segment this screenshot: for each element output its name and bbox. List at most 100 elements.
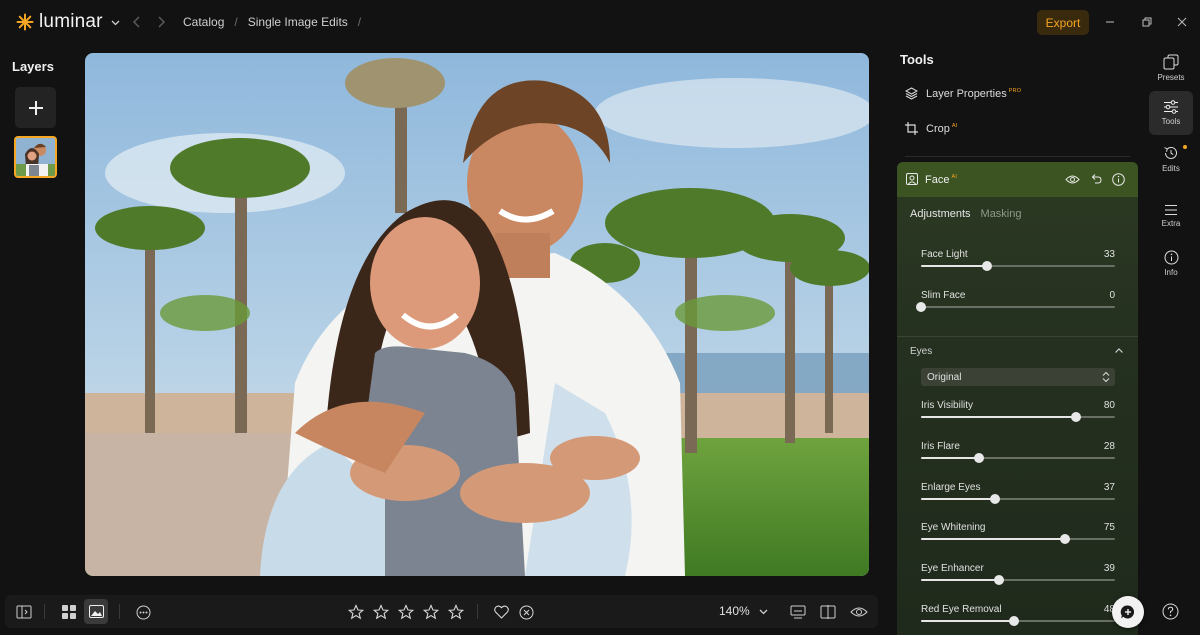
rail-tools[interactable]: Tools <box>1149 91 1193 135</box>
layer-properties-label: Layer Properties <box>926 87 1007 100</box>
slider-thumb[interactable] <box>974 453 985 463</box>
slider-fill <box>921 416 1077 418</box>
slider-label: Eye Whitening <box>921 522 986 533</box>
crop-icon <box>905 122 918 135</box>
add-layer-button[interactable] <box>15 87 56 128</box>
slider-thumb[interactable] <box>916 302 926 312</box>
slider-value: 80 <box>1103 400 1115 411</box>
compare-icon[interactable] <box>788 602 808 622</box>
slider-thumb[interactable] <box>1009 616 1020 626</box>
star-icon[interactable] <box>446 602 466 622</box>
plus-icon <box>28 100 43 115</box>
toggle-panel-icon[interactable] <box>14 602 34 622</box>
slider-track <box>921 575 1115 585</box>
undo-icon[interactable] <box>1090 173 1102 185</box>
grid-view-icon[interactable] <box>59 602 79 622</box>
minimize-icon[interactable] <box>1100 12 1120 32</box>
star-icon[interactable] <box>421 602 441 622</box>
slider-track <box>916 302 1115 312</box>
slider-thumb[interactable] <box>989 494 1000 504</box>
heart-icon[interactable] <box>491 602 511 622</box>
chat-icon <box>1120 605 1135 619</box>
star-icon[interactable] <box>371 602 391 622</box>
slider-fill <box>921 457 980 459</box>
breadcrumb-single-image-edits[interactable]: Single Image Edits <box>248 15 348 29</box>
chevron-up-icon[interactable] <box>1114 346 1124 356</box>
slider-thumb[interactable] <box>993 575 1004 585</box>
rail-edits-label: Edits <box>1162 164 1180 173</box>
rail-info[interactable]: Info <box>1149 241 1193 285</box>
slider-track <box>921 616 1115 626</box>
star-icon[interactable] <box>396 602 416 622</box>
slider-thumb[interactable] <box>1059 534 1070 544</box>
tab-adjustments[interactable]: Adjustments <box>910 208 971 220</box>
notification-dot <box>1183 145 1187 149</box>
slider-value: 0 <box>1109 290 1115 301</box>
slider-thumb[interactable] <box>981 261 992 271</box>
slider-value: 37 <box>1103 482 1115 493</box>
face-tool-header[interactable]: Face AI <box>897 162 1138 197</box>
top-bar: luminar Catalog / Single Image Edits / E… <box>0 0 1200 44</box>
slider-value: 33 <box>1103 249 1115 260</box>
tab-masking[interactable]: Masking <box>981 208 1022 220</box>
visibility-eye-icon[interactable] <box>1065 174 1080 185</box>
app-logo[interactable]: luminar <box>16 11 120 33</box>
export-button[interactable]: Export <box>1037 10 1089 35</box>
zoom-selector[interactable]: 140% <box>719 604 768 618</box>
back-arrow-icon[interactable] <box>128 13 146 31</box>
tool-crop[interactable]: Crop AI <box>905 122 957 135</box>
slider-track <box>921 261 1115 271</box>
slider-label: Iris Flare <box>921 441 960 452</box>
slider-label: Iris Visibility <box>921 400 974 411</box>
divider <box>905 156 1130 157</box>
app-name: luminar <box>39 11 103 32</box>
eyes-preset-value: Original <box>927 371 962 383</box>
face-tabs: Adjustments Masking <box>910 208 1022 220</box>
breadcrumb-separator: / <box>234 15 238 29</box>
face-tool-panel: Face AI Adjustments Masking Face Light 33… <box>897 162 1138 635</box>
slider-track <box>921 412 1115 422</box>
divider <box>119 604 120 619</box>
updown-chevron-icon <box>1102 371 1110 383</box>
more-options-icon[interactable] <box>133 602 153 622</box>
tool-layer-properties[interactable]: Layer Properties PRO <box>905 87 1021 100</box>
star-icon[interactable] <box>346 602 366 622</box>
zoom-level: 140% <box>719 604 750 618</box>
slider-value: 75 <box>1103 522 1115 533</box>
luminar-sun-icon <box>16 13 34 31</box>
rail-presets[interactable]: Presets <box>1149 46 1193 90</box>
eye-icon[interactable] <box>849 602 869 622</box>
close-icon[interactable] <box>1172 12 1192 32</box>
photo-canvas[interactable] <box>85 53 869 576</box>
eyes-section-title[interactable]: Eyes <box>910 346 932 357</box>
restore-icon[interactable] <box>1137 12 1157 32</box>
layer-thumbnail[interactable] <box>14 136 57 178</box>
list-icon <box>1165 205 1177 215</box>
slider-track <box>921 534 1115 544</box>
breadcrumb-catalog[interactable]: Catalog <box>183 15 224 29</box>
slider-value: 39 <box>1103 563 1115 574</box>
forward-arrow-icon[interactable] <box>152 13 170 31</box>
divider <box>897 336 1138 337</box>
info-icon[interactable] <box>1112 173 1125 186</box>
face-portrait-icon <box>906 173 918 185</box>
breadcrumb: Catalog / Single Image Edits / <box>183 15 361 29</box>
bottom-toolbar: 140% <box>5 595 878 628</box>
slider-fill <box>921 265 987 267</box>
single-image-view-icon[interactable] <box>84 599 108 624</box>
breadcrumb-separator: / <box>357 15 362 29</box>
history-icon <box>1164 146 1177 159</box>
divider <box>44 604 45 619</box>
rail-edits[interactable]: Edits <box>1149 137 1193 181</box>
rail-info-label: Info <box>1164 267 1178 277</box>
slider-label: Red Eye Removal <box>921 604 1002 615</box>
slider-label: Face Light <box>921 249 968 260</box>
feedback-chat-button[interactable] <box>1112 596 1144 628</box>
split-view-icon[interactable] <box>818 602 838 622</box>
eyes-preset-select[interactable]: Original <box>921 368 1115 386</box>
rail-extra[interactable]: Extra <box>1149 194 1193 238</box>
slider-thumb[interactable] <box>1071 412 1082 422</box>
reject-icon[interactable] <box>516 602 536 622</box>
slider-track <box>921 494 1115 504</box>
help-icon[interactable] <box>1162 603 1179 620</box>
